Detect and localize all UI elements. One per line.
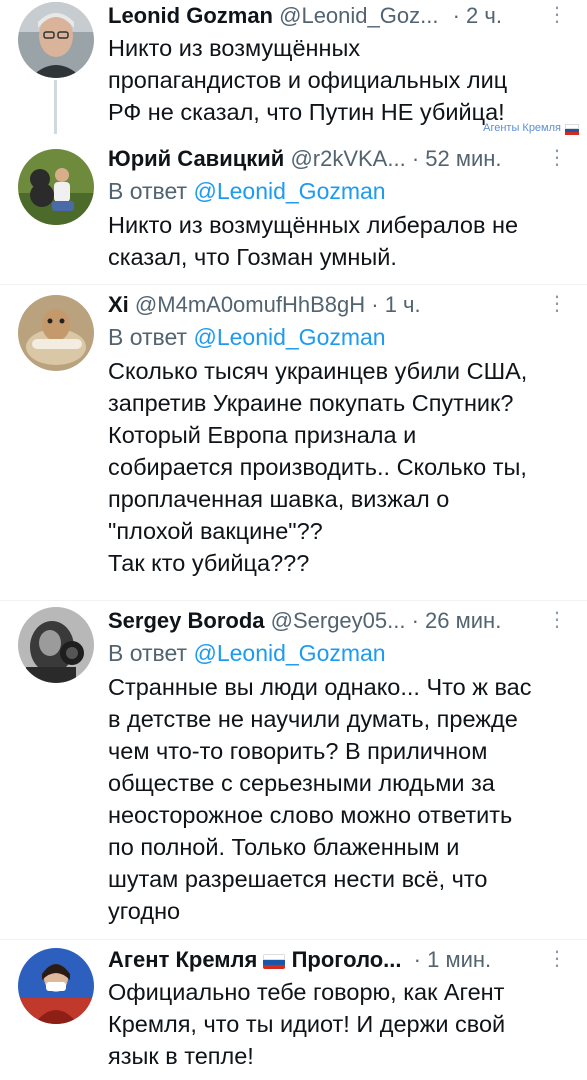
avatar[interactable]	[18, 2, 94, 78]
more-vertical-icon[interactable]: ⋮	[547, 2, 567, 28]
tweet-text: Странные вы люди однако... Что ж вас в д…	[108, 674, 532, 924]
avatar[interactable]	[18, 948, 94, 1024]
display-name[interactable]: Sergey Boroda	[108, 608, 265, 633]
tweet-text: Никто из возмущённых либералов не сказал…	[108, 212, 519, 270]
reply-prefix: В ответ	[108, 324, 188, 350]
more-vertical-icon[interactable]: ⋮	[547, 946, 567, 972]
more-vertical-icon[interactable]: ⋮	[547, 145, 567, 171]
reply-context: В ответ @Leonid_Gozman	[108, 637, 573, 671]
reply-prefix: В ответ	[108, 640, 188, 666]
avatar-agent-image	[18, 948, 94, 1024]
tweet-text: Официально тебе говорю, как Агент Кремля…	[108, 979, 506, 1069]
avatar-savitsky-image	[18, 149, 94, 225]
timestamp[interactable]: · 26 мин.	[412, 608, 502, 633]
tweet-text: Никто из возмущённых пропагандистов и оф…	[108, 35, 508, 125]
reply-context: В ответ @Leonid_Gozman	[108, 321, 573, 355]
avatar-gozman-image	[18, 2, 94, 78]
thread-line	[54, 80, 57, 134]
display-name[interactable]: Агент Кремля	[108, 947, 257, 972]
reply-mention-link[interactable]: @Leonid_Gozman	[193, 640, 385, 666]
display-name[interactable]: Xi	[108, 292, 129, 317]
display-name-suffix[interactable]: Проголо...	[292, 947, 402, 972]
timestamp[interactable]: · 52 мин.	[412, 146, 502, 171]
display-name[interactable]: Leonid Gozman	[108, 3, 273, 28]
timestamp[interactable]: · 2 ч.	[453, 3, 502, 28]
tweet-xi[interactable]: Xi @M4mA0omufHhB8gH · 1 ч. ⋮ В ответ @Le…	[0, 285, 587, 600]
avatar-boroda-image	[18, 607, 94, 683]
tweet-savitsky[interactable]: Юрий Савицкий @r2kVKA... · 52 мин. ⋮ В о…	[0, 141, 587, 284]
reply-prefix: В ответ	[108, 178, 188, 204]
reply-context: В ответ @Leonid_Gozman	[108, 175, 573, 209]
display-name[interactable]: Юрий Савицкий	[108, 146, 284, 171]
avatar[interactable]	[18, 149, 94, 225]
user-handle[interactable]: @Sergey05...	[271, 608, 406, 633]
watermark-text: Агенты Кремля	[483, 122, 561, 134]
avatar[interactable]	[18, 607, 94, 683]
user-handle[interactable]: @r2kVKA...	[290, 146, 405, 171]
user-handle[interactable]: @M4mA0omufHhB8gH	[135, 292, 365, 317]
avatar-xi-image	[18, 295, 94, 371]
avatar[interactable]	[18, 295, 94, 371]
tweet-boroda[interactable]: Sergey Boroda @Sergey05... · 26 мин. ⋮ В…	[0, 601, 587, 939]
reply-mention-link[interactable]: @Leonid_Gozman	[193, 324, 385, 350]
russian-flag-icon	[565, 123, 579, 135]
reply-mention-link[interactable]: @Leonid_Gozman	[193, 178, 385, 204]
user-handle[interactable]: @Leonid_Goz...	[279, 3, 438, 28]
tweet-agent-kremlya[interactable]: Агент Кремля Проголо... · 1 мин. ⋮ Офици…	[0, 940, 587, 1080]
tweet-gozman[interactable]: Leonid Gozman @Leonid_Goz... · 2 ч. ⋮ Ни…	[0, 0, 587, 140]
more-vertical-icon[interactable]: ⋮	[547, 291, 567, 317]
timestamp[interactable]: · 1 ч.	[371, 292, 420, 317]
russian-flag-icon	[263, 954, 286, 969]
tweet-text: Сколько тысяч украинцев убили США, запре…	[108, 358, 528, 576]
timestamp[interactable]: · 1 мин.	[414, 947, 491, 972]
more-vertical-icon[interactable]: ⋮	[547, 607, 567, 633]
watermark: Агенты Кремля	[483, 122, 579, 135]
